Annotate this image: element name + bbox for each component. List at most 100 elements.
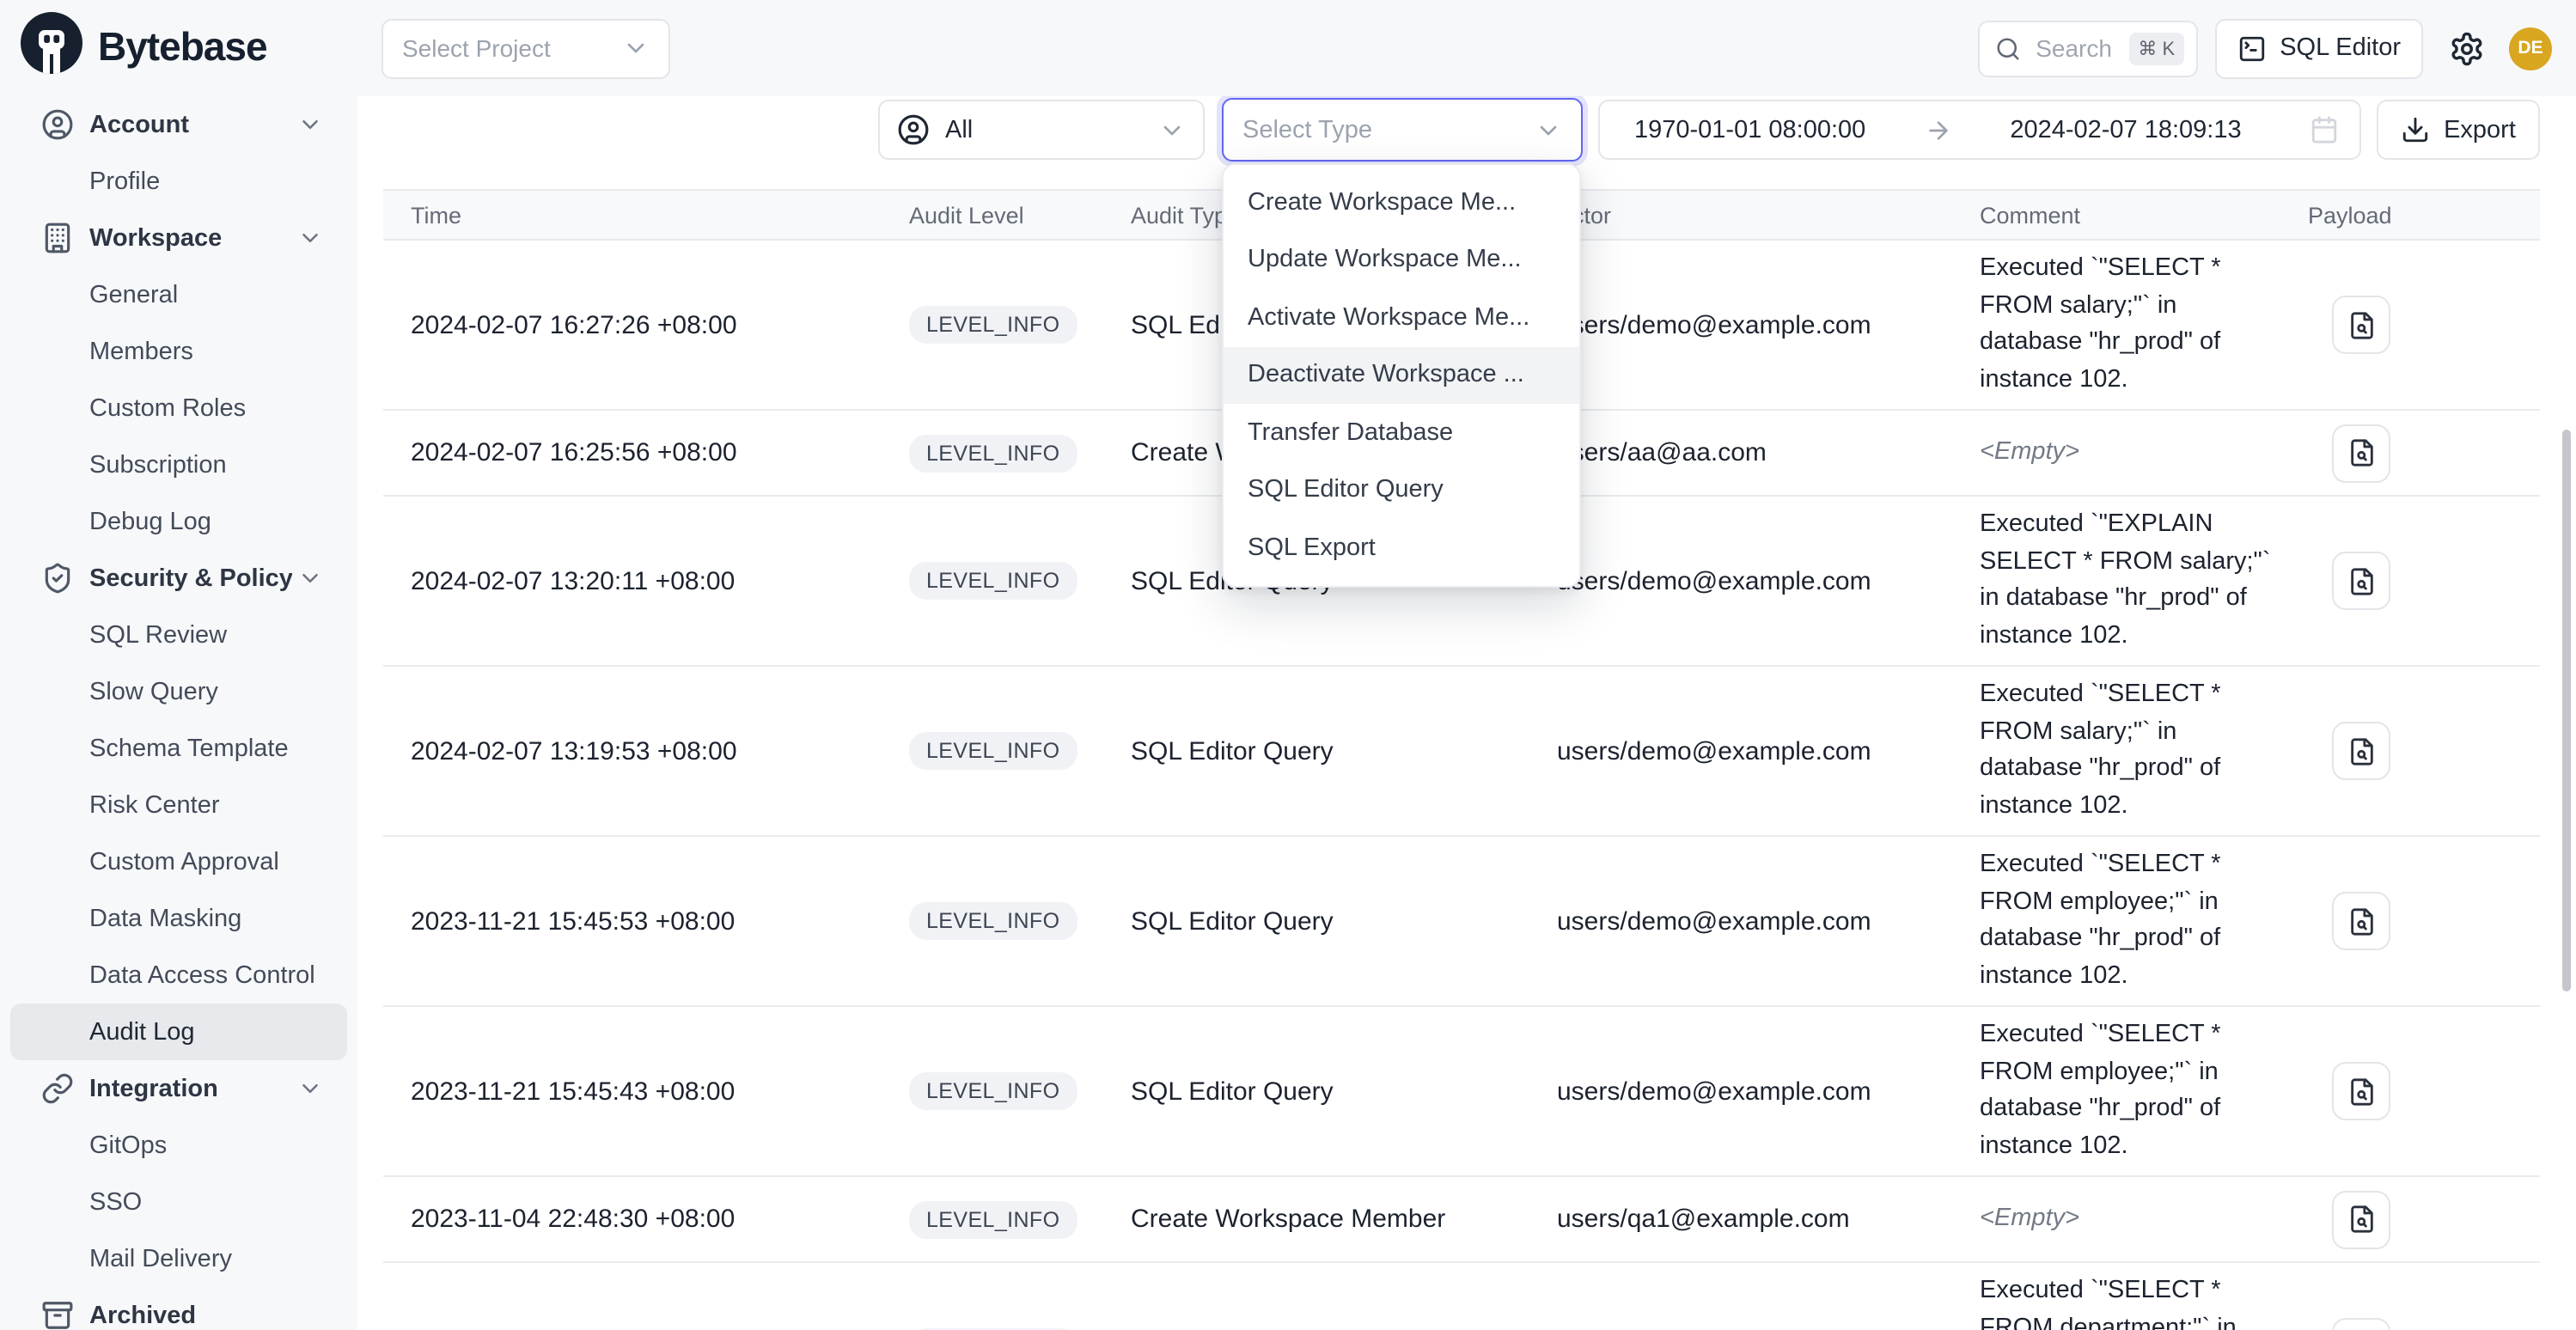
sql-editor-button[interactable]: SQL Editor <box>2214 18 2423 78</box>
audit-level-cell: LEVEL_INFO <box>909 732 1131 770</box>
project-select[interactable]: Select Project <box>382 18 670 78</box>
view-payload-button[interactable] <box>2332 1318 2390 1330</box>
sidebar-item-label: Workspace <box>89 224 222 252</box>
sidebar-item-archived[interactable]: Archived <box>10 1287 347 1330</box>
building-icon <box>41 222 74 254</box>
link-icon <box>41 1072 74 1105</box>
date-range-picker[interactable]: 1970-01-01 08:00:00 2024-02-07 18:09:13 <box>1598 100 2361 160</box>
sidebar-item-schema-template[interactable]: Schema Template <box>10 720 347 777</box>
payload-cell <box>2308 552 2540 610</box>
view-payload-button[interactable] <box>2332 1062 2390 1120</box>
chevron-down-icon <box>297 565 323 591</box>
sidebar: Bytebase Account Profile Workspace Gener… <box>0 0 357 1330</box>
date-end-value: 2024-02-07 18:09:13 <box>2010 116 2241 143</box>
menu-item-create-workspace-member[interactable]: Create Workspace Me... <box>1224 174 1579 231</box>
actor-filter-select[interactable]: All <box>878 100 1205 160</box>
sidebar-item-data-masking[interactable]: Data Masking <box>10 890 347 947</box>
sidebar-item-account[interactable]: Account <box>10 96 347 153</box>
brand-logo[interactable]: Bytebase <box>0 0 357 93</box>
audit-type-cell: Create Workspace Member <box>1131 1205 1557 1234</box>
audit-level-badge: LEVEL_INFO <box>909 434 1077 472</box>
comment-cell: Executed `"SELECT * FROM salary;"` in da… <box>1980 241 2308 409</box>
search-box[interactable]: ⌘ K <box>1977 20 2197 76</box>
view-payload-button[interactable] <box>2332 1190 2390 1248</box>
sidebar-item-debug-log[interactable]: Debug Log <box>10 493 347 550</box>
actor-cell: users/demo@example.com <box>1557 736 1980 766</box>
comment-cell: Executed `"SELECT * FROM employee;"` in … <box>1980 837 2308 1005</box>
bytebase-mascot-icon <box>21 11 82 82</box>
audit-type-dropdown-menu: Create Workspace Me... Update Workspace … <box>1222 163 1581 587</box>
date-start-value: 1970-01-01 08:00:00 <box>1634 116 1865 143</box>
sidebar-item-profile[interactable]: Profile <box>10 153 347 210</box>
scrollbar-thumb[interactable] <box>2562 430 2571 991</box>
sidebar-item-custom-roles[interactable]: Custom Roles <box>10 380 347 436</box>
menu-item-update-workspace-member[interactable]: Update Workspace Me... <box>1224 231 1579 289</box>
terminal-square-icon <box>2237 34 2266 63</box>
column-header-actor: Actor <box>1557 202 1980 228</box>
search-shortcut-badge: ⌘ K <box>2129 32 2183 64</box>
sidebar-item-risk-center[interactable]: Risk Center <box>10 777 347 833</box>
time-cell: 2024-02-07 16:25:56 +08:00 <box>383 438 909 467</box>
audit-type-cell: SQL Editor Query <box>1131 906 1557 936</box>
audit-level-cell: LEVEL_INFO <box>909 1200 1131 1238</box>
payload-cell <box>2308 892 2540 950</box>
search-input[interactable] <box>2032 33 2117 64</box>
sidebar-item-general[interactable]: General <box>10 266 347 323</box>
sidebar-item-sql-review[interactable]: SQL Review <box>10 607 347 663</box>
export-button[interactable]: Export <box>2377 100 2540 160</box>
view-payload-button[interactable] <box>2332 892 2390 950</box>
view-payload-button[interactable] <box>2332 722 2390 780</box>
actor-cell: users/qa1@example.com <box>1557 1205 1980 1234</box>
file-search-icon <box>2347 906 2376 936</box>
file-search-icon <box>2347 736 2376 766</box>
sidebar-item-gitops[interactable]: GitOps <box>10 1117 347 1174</box>
audit-level-cell: LEVEL_INFO <box>909 434 1131 472</box>
audit-level-badge: LEVEL_INFO <box>909 1072 1077 1110</box>
sidebar-item-label: Archived <box>89 1302 196 1329</box>
chevron-down-icon <box>297 112 323 137</box>
audit-type-placeholder: Select Type <box>1242 116 1372 143</box>
sidebar-item-data-access-control[interactable]: Data Access Control <box>10 947 347 1004</box>
menu-item-transfer-database[interactable]: Transfer Database <box>1224 404 1579 461</box>
actor-cell: users/demo@example.com <box>1557 566 1980 595</box>
sidebar-item-mail-delivery[interactable]: Mail Delivery <box>10 1230 347 1287</box>
bytebase-app: Bytebase Account Profile Workspace Gener… <box>0 0 2576 1330</box>
sidebar-item-audit-log[interactable]: Audit Log <box>10 1004 347 1060</box>
view-payload-button[interactable] <box>2332 552 2390 610</box>
sidebar-item-workspace[interactable]: Workspace <box>10 210 347 266</box>
audit-type-cell: SQL Editor Query <box>1131 736 1557 766</box>
time-cell: 2023-11-04 22:48:30 +08:00 <box>383 1205 909 1234</box>
actor-cell: users/demo@example.com <box>1557 310 1980 339</box>
sidebar-item-security-policy[interactable]: Security & Policy <box>10 550 347 607</box>
sidebar-item-slow-query[interactable]: Slow Query <box>10 663 347 720</box>
audit-level-badge: LEVEL_INFO <box>909 902 1077 940</box>
sidebar-item-label: Integration <box>89 1075 218 1102</box>
avatar[interactable]: DE <box>2509 27 2552 70</box>
menu-item-activate-workspace-member[interactable]: Activate Workspace Me... <box>1224 289 1579 346</box>
view-payload-button[interactable] <box>2332 424 2390 482</box>
sidebar-item-sso[interactable]: SSO <box>10 1174 347 1230</box>
chevron-down-icon <box>297 225 323 251</box>
sidebar-item-integration[interactable]: Integration <box>10 1060 347 1117</box>
project-select-value: Select Project <box>402 34 551 62</box>
audit-type-select[interactable]: Select Type <box>1222 98 1583 162</box>
sidebar-item-custom-approval[interactable]: Custom Approval <box>10 833 347 890</box>
sidebar-item-label: Security & Policy <box>89 564 293 592</box>
sidebar-item-subscription[interactable]: Subscription <box>10 436 347 493</box>
comment-cell: <Empty> <box>1980 424 2308 482</box>
actor-cell: users/demo@example.com <box>1557 906 1980 936</box>
view-payload-button[interactable] <box>2332 296 2390 354</box>
sidebar-item-label: Account <box>89 111 189 138</box>
settings-button[interactable] <box>2440 22 2492 74</box>
column-header-payload: Payload <box>2308 202 2540 228</box>
audit-level-cell: LEVEL_INFO <box>909 562 1131 600</box>
table-row: 2023-11-04 21:26:24 +08:00 LEVEL_INFO SQ… <box>383 1263 2540 1330</box>
file-search-icon <box>2347 1077 2376 1106</box>
audit-level-badge: LEVEL_INFO <box>909 562 1077 600</box>
menu-item-deactivate-workspace-member[interactable]: Deactivate Workspace ... <box>1224 346 1579 404</box>
actor-cell: users/aa@aa.com <box>1557 438 1980 467</box>
menu-item-sql-export[interactable]: SQL Export <box>1224 519 1579 577</box>
sidebar-item-members[interactable]: Members <box>10 323 347 380</box>
chevron-down-icon <box>1158 116 1186 143</box>
menu-item-sql-editor-query[interactable]: SQL Editor Query <box>1224 461 1579 519</box>
